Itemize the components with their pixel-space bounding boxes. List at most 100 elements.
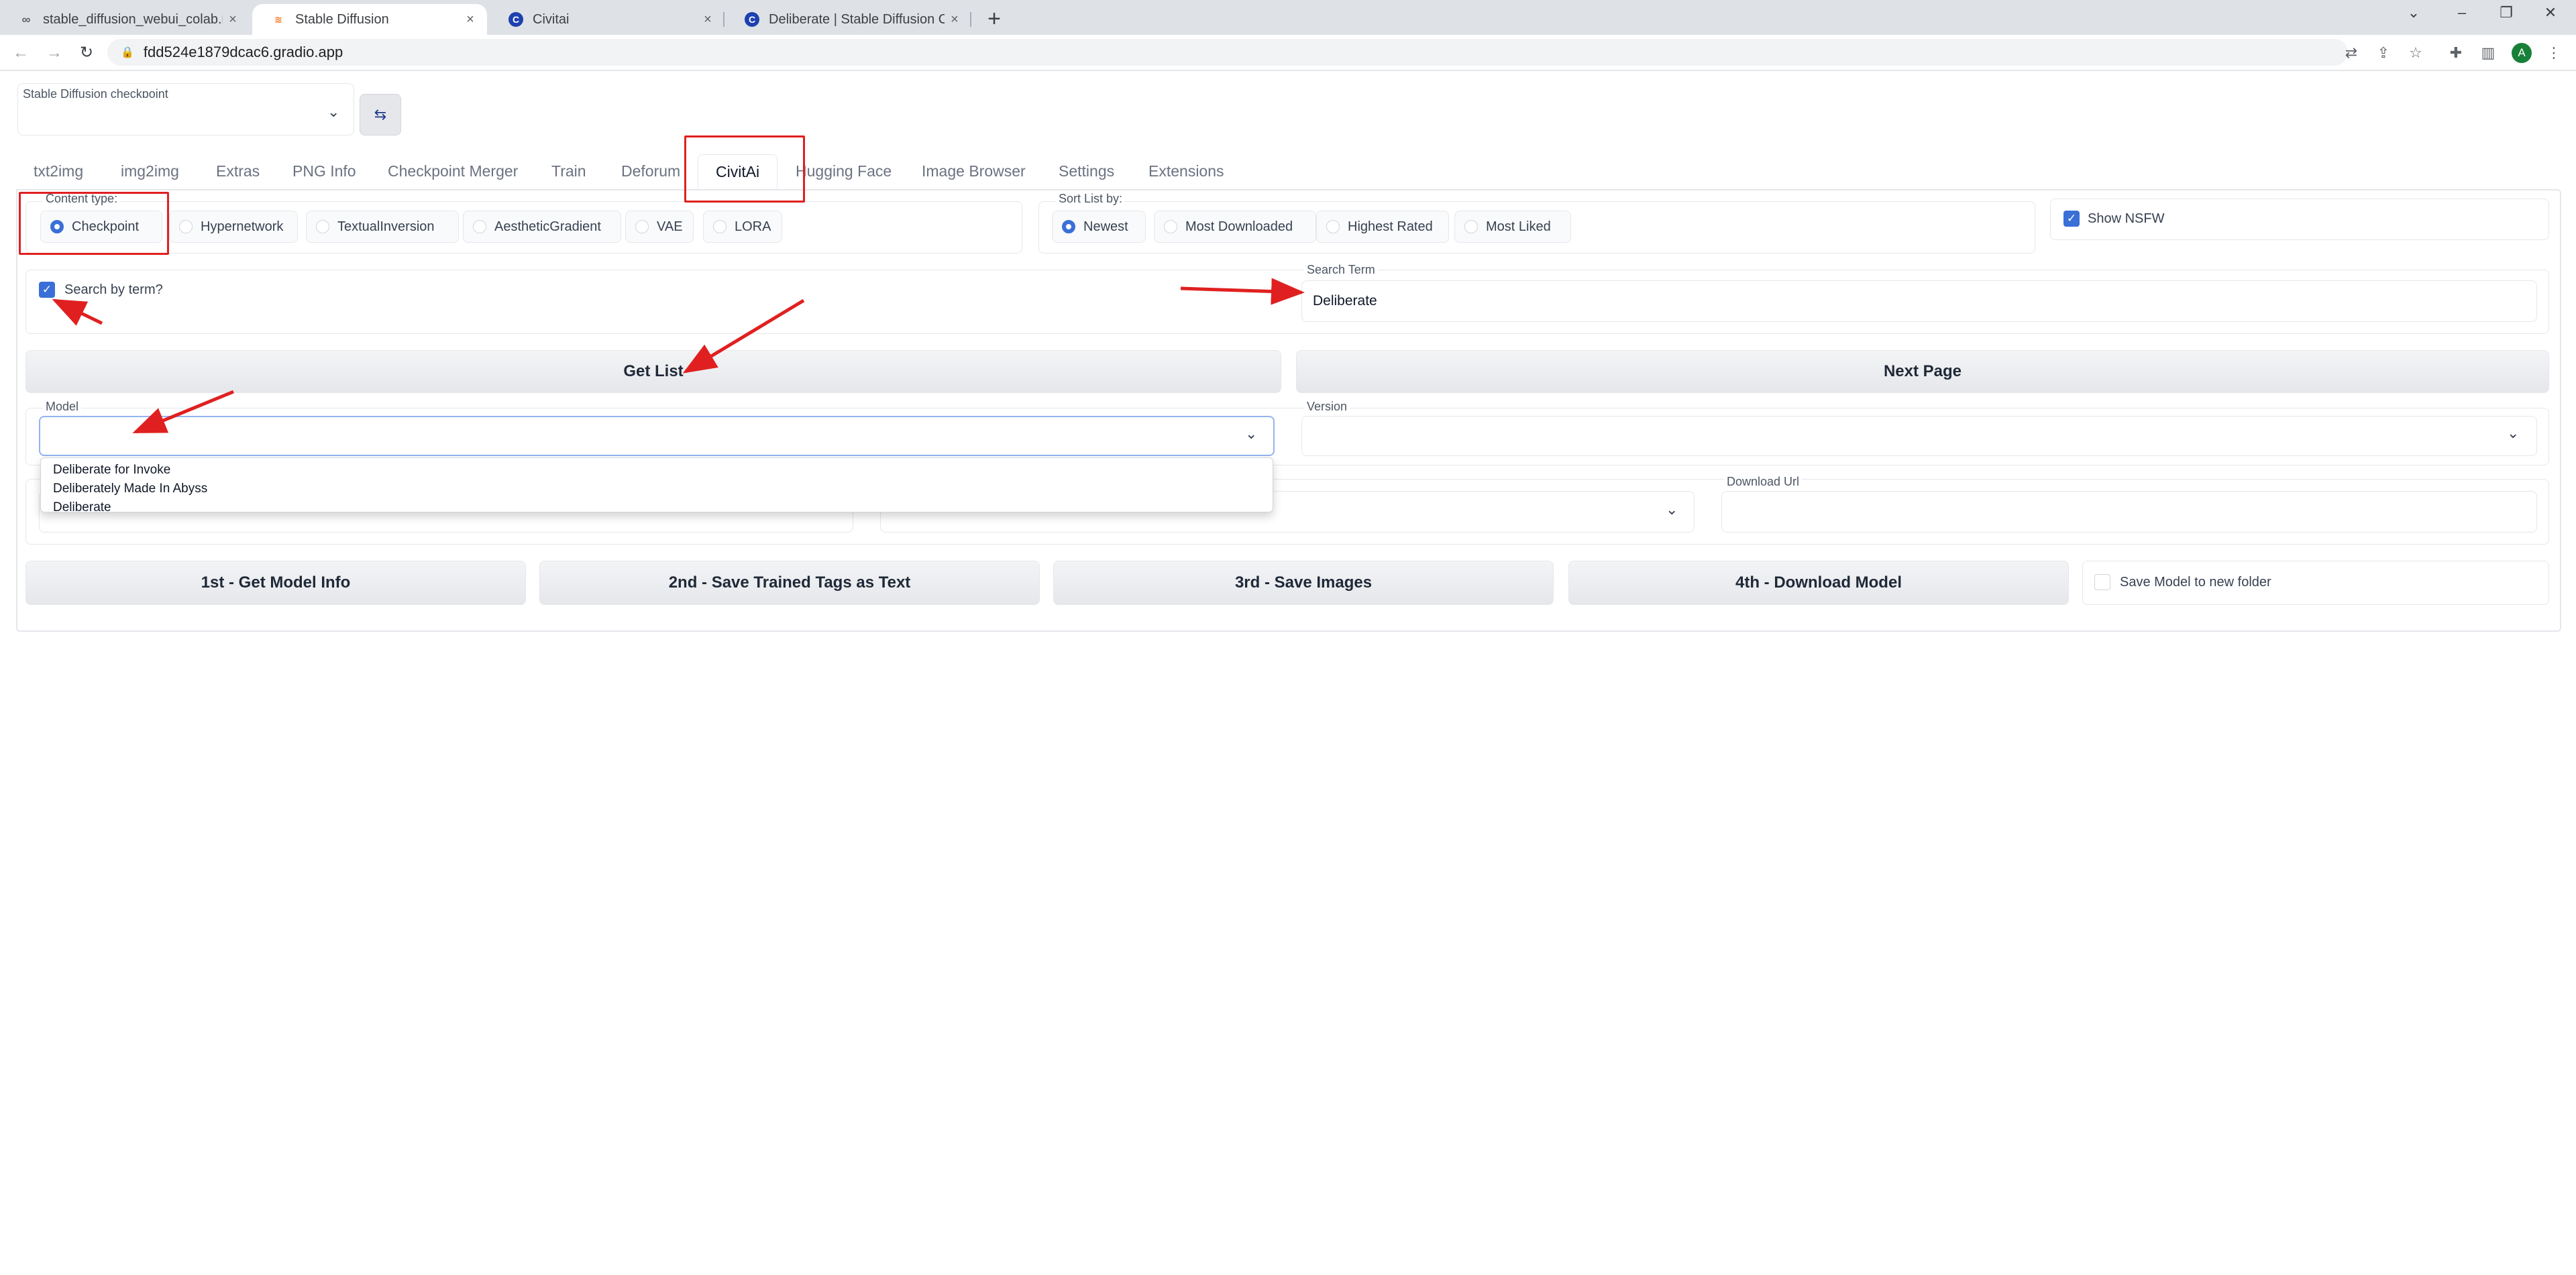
radio-indicator	[1164, 220, 1177, 233]
close-icon[interactable]: ×	[460, 12, 480, 27]
radio-highest-rated[interactable]: Highest Rated	[1316, 211, 1449, 243]
back-icon[interactable]: ←	[9, 42, 32, 64]
download-model-button[interactable]: 4th - Download Model	[1568, 561, 2069, 605]
menu-kebab-icon[interactable]: ⋮	[2544, 43, 2564, 63]
radio-indicator	[179, 220, 193, 233]
tab-image-browser[interactable]: Image Browser	[922, 154, 1026, 188]
search-term-input[interactable]: Deliberate	[1301, 280, 2537, 322]
download-url-input[interactable]	[1721, 491, 2537, 533]
refresh-checkpoint-button[interactable]: ⇆	[360, 94, 401, 135]
radio-lora[interactable]: LORA	[703, 211, 782, 243]
restore-icon[interactable]: ❐	[2486, 4, 2526, 21]
radio-label: LORA	[735, 219, 771, 234]
save-new-folder-checkbox[interactable]: Save Model to new folder	[2094, 574, 2271, 590]
address-bar-row: ← → ↻ 🔒 fdd524e1879dcac6.gradio.app ⇄ ⇪ …	[0, 35, 2576, 71]
lock-icon: 🔒	[121, 47, 134, 58]
tab-checkpoint-merger[interactable]: Checkpoint Merger	[388, 154, 518, 188]
search-term-label: Search Term	[1304, 263, 1378, 277]
checkpoint-dropdown[interactable]: ⌄	[20, 98, 350, 131]
browser-tab-title: Civitai	[533, 11, 570, 27]
chevron-down-icon: ⌄	[2507, 425, 2520, 441]
save-images-button[interactable]: 3rd - Save Images	[1053, 561, 1554, 605]
show-nsfw-checkbox[interactable]: ✓ Show NSFW	[2063, 211, 2164, 227]
close-icon[interactable]: ×	[223, 12, 243, 27]
browser-tab-title: Stable Diffusion	[295, 11, 389, 27]
checkbox-checked-icon: ✓	[39, 282, 55, 298]
dropdown-option[interactable]: Deliberate for Invoke	[41, 461, 1273, 480]
forward-icon[interactable]: →	[43, 42, 66, 64]
tab-extras[interactable]: Extras	[216, 154, 260, 188]
browser-tab-title: Deliberate | Stable Diffusion C	[769, 11, 945, 27]
browser-tab-strip: ∞ stable_diffusion_webui_colab.i × ≋ Sta…	[0, 0, 2576, 35]
new-tab-button[interactable]: +	[981, 5, 1008, 32]
tab-hugging-face[interactable]: Hugging Face	[796, 154, 892, 188]
address-bar[interactable]: 🔒 fdd524e1879dcac6.gradio.app	[107, 39, 2348, 66]
model-label: Model	[43, 400, 82, 414]
minimize-icon[interactable]: –	[2442, 4, 2482, 21]
side-panel-icon[interactable]: ▥	[2478, 43, 2498, 63]
show-nsfw-label: Show NSFW	[2088, 211, 2165, 226]
get-list-button[interactable]: Get List	[25, 350, 1281, 393]
gradio-icon: ≋	[274, 13, 282, 25]
close-icon[interactable]: ×	[698, 12, 718, 27]
close-window-icon[interactable]: ✕	[2530, 4, 2571, 21]
tab-txt2img[interactable]: txt2img	[34, 154, 83, 188]
radio-aesthetic-gradient[interactable]: AestheticGradient	[463, 211, 621, 243]
checkbox-unchecked-icon	[2094, 574, 2110, 590]
search-by-term-checkbox[interactable]: ✓ Search by term?	[39, 282, 163, 298]
close-icon[interactable]: ×	[945, 12, 965, 27]
sort-label: Sort List by:	[1056, 192, 1126, 206]
browser-tab-stable-diffusion[interactable]: ≋ Stable Diffusion ×	[252, 4, 487, 35]
tab-train[interactable]: Train	[551, 154, 586, 188]
extensions-puzzle-icon[interactable]: ✚	[2446, 43, 2466, 63]
civitai-icon: C	[508, 12, 523, 27]
radio-label: Highest Rated	[1348, 219, 1433, 234]
browser-tab-title: stable_diffusion_webui_colab.i	[43, 11, 223, 27]
search-term-value: Deliberate	[1313, 293, 1377, 309]
radio-indicator	[713, 220, 727, 233]
search-by-term-label: Search by term?	[64, 282, 163, 297]
radio-indicator	[1326, 220, 1340, 233]
radio-indicator	[635, 220, 649, 233]
bookmark-star-icon[interactable]: ☆	[2406, 43, 2426, 63]
get-model-info-button[interactable]: 1st - Get Model Info	[25, 561, 526, 605]
tab-deforum[interactable]: Deforum	[621, 154, 680, 188]
radio-most-downloaded[interactable]: Most Downloaded	[1154, 211, 1316, 243]
radio-hypernetwork[interactable]: Hypernetwork	[169, 211, 298, 243]
tab-separator	[723, 12, 724, 27]
translate-icon[interactable]: ⇄	[2341, 43, 2361, 63]
version-dropdown[interactable]: ⌄	[1301, 416, 2537, 456]
dropdown-option[interactable]: Deliberately Made In Abyss	[41, 480, 1273, 498]
radio-textual-inversion[interactable]: TextualInversion	[306, 211, 459, 243]
reload-icon[interactable]: ↻	[75, 42, 98, 64]
annotation-box-checkpoint	[19, 192, 169, 255]
share-icon[interactable]: ⇪	[2373, 43, 2394, 63]
colab-icon: ∞	[21, 12, 31, 26]
refresh-icon: ⇆	[374, 106, 387, 123]
tab-png-info[interactable]: PNG Info	[292, 154, 356, 188]
radio-label: Newest	[1083, 219, 1128, 234]
tab-img2img[interactable]: img2img	[121, 154, 179, 188]
radio-vae[interactable]: VAE	[625, 211, 694, 243]
radio-newest[interactable]: Newest	[1052, 211, 1146, 243]
radio-label: Most Downloaded	[1185, 219, 1293, 234]
save-tags-button[interactable]: 2nd - Save Trained Tags as Text	[539, 561, 1040, 605]
radio-label: Most Liked	[1486, 219, 1551, 234]
tab-extensions[interactable]: Extensions	[1148, 154, 1224, 188]
radio-indicator	[1062, 220, 1075, 233]
model-dropdown-list: Deliberate for Invoke Deliberately Made …	[40, 457, 1273, 514]
next-page-button[interactable]: Next Page	[1296, 350, 2549, 393]
radio-indicator	[316, 220, 329, 233]
avatar[interactable]: A	[2512, 43, 2532, 63]
civitai-icon: C	[745, 12, 759, 27]
radio-label: Hypernetwork	[201, 219, 284, 234]
browser-tab-civitai[interactable]: C Civitai ×	[490, 4, 724, 35]
browser-tab-colab[interactable]: ∞ stable_diffusion_webui_colab.i ×	[0, 4, 250, 35]
model-dropdown[interactable]: ⌄	[39, 416, 1275, 456]
radio-most-liked[interactable]: Most Liked	[1454, 211, 1571, 243]
browser-tab-deliberate[interactable]: C Deliberate | Stable Diffusion C ×	[726, 4, 971, 35]
tab-search-icon[interactable]: ⌄	[2394, 4, 2434, 21]
url-text: fdd524e1879dcac6.gradio.app	[143, 44, 343, 60]
dropdown-option[interactable]: Deliberate	[41, 498, 1273, 517]
tab-settings[interactable]: Settings	[1059, 154, 1114, 188]
